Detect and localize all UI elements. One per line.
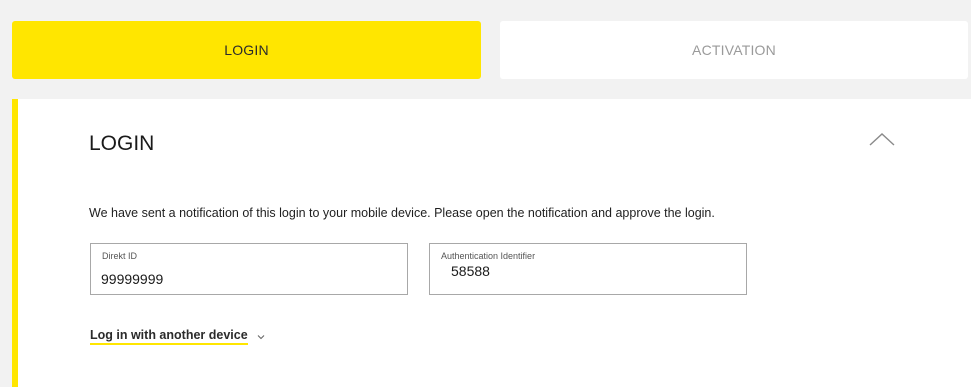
auth-identifier-input[interactable] (451, 263, 741, 279)
another-device-label: Log in with another device (90, 328, 248, 345)
login-panel: LOGIN We have sent a notification of thi… (12, 99, 971, 387)
collapse-button[interactable] (867, 129, 897, 149)
tab-login[interactable]: LOGIN (12, 21, 481, 79)
direkt-id-field[interactable]: Direkt ID (90, 243, 408, 295)
direkt-id-input[interactable] (101, 271, 391, 287)
chevron-down-icon (257, 334, 265, 339)
another-device-link[interactable]: Log in with another device (90, 328, 265, 345)
tab-activation[interactable]: ACTIVATION (500, 21, 968, 79)
auth-identifier-field[interactable]: Authentication Identifier (429, 243, 747, 295)
tab-bar: LOGIN ACTIVATION (12, 21, 968, 79)
direkt-id-label: Direkt ID (102, 251, 138, 261)
chevron-up-icon (869, 133, 895, 146)
panel-title: LOGIN (89, 132, 155, 155)
notification-message: We have sent a notification of this logi… (89, 206, 715, 220)
auth-identifier-label: Authentication Identifier (441, 251, 536, 261)
panel-accent-bar (12, 99, 18, 387)
